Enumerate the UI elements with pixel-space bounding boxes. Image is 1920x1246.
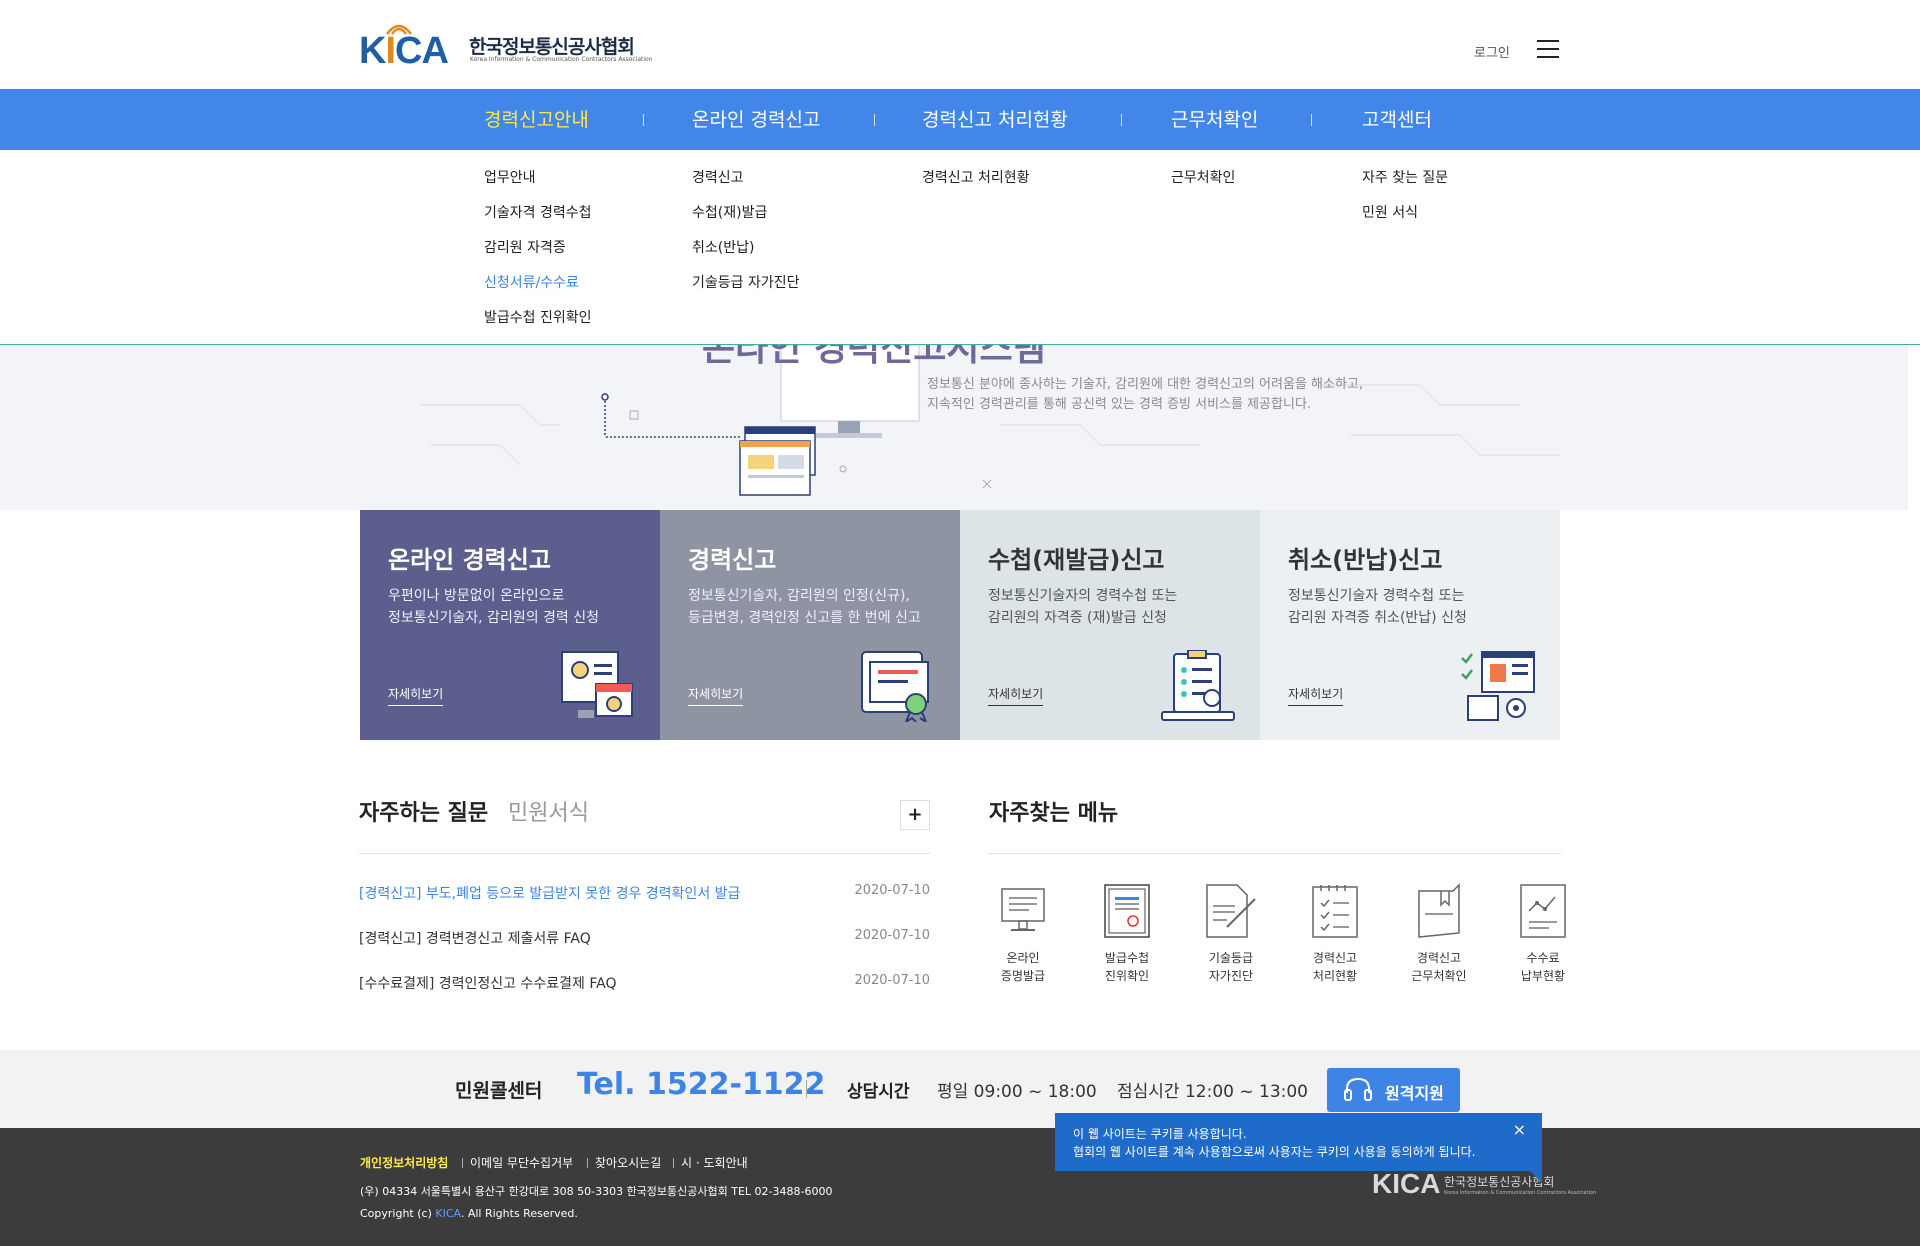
gnb-item-customer-center[interactable]: 고객센터 (1362, 105, 1432, 132)
gnb-item-career-guide[interactable]: 경력신고안내 (484, 105, 589, 132)
quick-menu-section: 자주찾는 메뉴 온라인 증명발급 발급수첩 진위확인 기술등급 자가진단 경력신… (989, 795, 1566, 983)
call-center-label: 민원콜센터 (455, 1080, 543, 1102)
quick-item-status[interactable]: 경력신고 처리현황 (1295, 883, 1375, 985)
divider (359, 853, 930, 854)
hero-banner: 온라인 경력신고시스템 정보통신 분야에 종사하는 기술자, 감리원에 대한 경… (0, 345, 1908, 510)
footer-separator (462, 1158, 463, 1168)
gnb-item-status[interactable]: 경력신고 처리현황 (922, 105, 1068, 132)
headset-icon (1344, 1077, 1372, 1101)
hours-label: 상담시간 (847, 1082, 910, 1102)
checklist-icon (1312, 885, 1358, 938)
submenu-item[interactable]: 자주 찾는 질문 (1362, 167, 1448, 187)
profile-calendar-icon (561, 651, 633, 718)
quick-item-workplace[interactable]: 경력신고 근무처확인 (1399, 883, 1479, 985)
footer-link-directions[interactable]: 찾아오시는길 (595, 1154, 661, 1171)
checklist-gear-icon (1461, 651, 1535, 721)
tab-faq[interactable]: 자주하는 질문 (359, 795, 488, 827)
submenu-item-active[interactable]: 신청서류/수수료 (484, 272, 579, 292)
mega-menu-dropdown: 업무안내 기술자격 경력수첩 감리원 자격증 신청서류/수수료 발급수첩 진위확… (0, 150, 1920, 345)
gnb-separator (1311, 114, 1312, 126)
call-center-tel[interactable]: Tel. 1522-1122 (577, 1067, 825, 1102)
quick-item-online-cert[interactable]: 온라인 증명발급 (983, 883, 1063, 985)
lunch-hours: 점심시간 12:00 ~ 13:00 (1117, 1082, 1308, 1102)
footer-link-branches[interactable]: 시 · 도회안내 (681, 1154, 748, 1171)
submenu-item[interactable]: 업무안내 (484, 167, 536, 187)
submenu-item[interactable]: 근무처확인 (1171, 167, 1235, 187)
faq-more-button[interactable]: + (900, 800, 930, 830)
card-more-link[interactable]: 자세히보기 (1288, 685, 1344, 706)
card-online-report[interactable]: 온라인 경력신고 우편이나 방문없이 온라인으로 정보통신기술자, 감리원의 경… (360, 510, 660, 740)
gnb-separator (1121, 114, 1122, 126)
divider (806, 1080, 807, 1098)
site-footer: 개인정보처리방침 이메일 무단수집거부 찾아오시는길 시 · 도회안내 (우) … (0, 1128, 1920, 1246)
quick-item-verify[interactable]: 발급수첩 진위확인 (1087, 883, 1167, 985)
cookie-tip (1530, 1171, 1542, 1183)
hero-description: 정보통신 분야에 종사하는 기술자, 감리원에 대한 경력신고의 어려움을 해소… (927, 377, 1364, 412)
cookie-notice: 이 웹 사이트는 쿠키를 사용합니다. 협회의 웹 사이트를 계속 사용함으로써… (1055, 1113, 1542, 1183)
card-career-report[interactable]: 경력신고 정보통신기술자, 감리원의 인정(신규), 등급변경, 경력인정 신고… (660, 510, 960, 740)
login-link[interactable]: 로그인 (1474, 42, 1510, 61)
submenu-item[interactable]: 취소(반납) (692, 237, 754, 257)
footer-separator (587, 1158, 588, 1168)
gnb-separator (643, 114, 644, 126)
divider (989, 853, 1561, 854)
submenu-item[interactable]: 수첩(재)발급 (692, 202, 767, 222)
submenu-item[interactable]: 민원 서식 (1362, 202, 1418, 222)
submenu-item[interactable]: 경력신고 (692, 167, 744, 187)
quick-menu-title: 자주찾는 메뉴 (989, 801, 1119, 826)
submenu-item[interactable]: 기술자격 경력수첩 (484, 202, 592, 222)
certificate-icon (1104, 884, 1150, 938)
hero-title: 온라인 경력신고시스템 (702, 345, 1046, 369)
submenu-item[interactable]: 발급수첩 진위확인 (484, 307, 592, 327)
clipboard-check-icon (1161, 650, 1235, 721)
footer-address: (우) 04334 서울특별시 용산구 한강대로 308 50-3303 한국정… (360, 1185, 833, 1198)
card-reissue-report[interactable]: 수첩(재발급)신고 정보통신기술자의 경력수첩 또는 감리원의 자격증 (재)발… (960, 510, 1260, 740)
close-icon[interactable]: × (1513, 1121, 1526, 1139)
certificate-ribbon-icon (861, 651, 929, 722)
card-more-link[interactable]: 자세히보기 (688, 685, 744, 706)
submenu-item[interactable]: 경력신고 처리현황 (922, 167, 1030, 187)
footer-link-email-refusal[interactable]: 이메일 무단수집거부 (470, 1154, 573, 1171)
submenu-item[interactable]: 기술등급 자가진단 (692, 272, 800, 292)
gnb-separator (874, 114, 875, 126)
gnb-item-online-report[interactable]: 온라인 경력신고 (692, 105, 820, 132)
card-more-link[interactable]: 자세히보기 (988, 685, 1044, 706)
kica-logo[interactable]: KICA 한국정보통신공사협회 Korea Information & Comm… (359, 16, 653, 72)
monitor-icon (1001, 888, 1045, 931)
menu-hamburger-icon[interactable] (1537, 40, 1559, 58)
chart-doc-icon (1520, 884, 1566, 938)
tab-civil-forms[interactable]: 민원서식 (508, 795, 589, 827)
logo-subtitle: Korea Information & Communication Contra… (470, 56, 653, 63)
submenu-item[interactable]: 감리원 자격증 (484, 237, 566, 257)
main-navigation: 경력신고안내 온라인 경력신고 경력신고 처리현황 근무처확인 고객센터 (0, 89, 1920, 150)
logo-text-ko: 한국정보통신공사협회 (469, 36, 635, 58)
call-center-bar: 민원콜센터 Tel. 1522-1122 상담시간 평일 09:00 ~ 18:… (0, 1050, 1920, 1128)
bookmark-doc-icon (1418, 883, 1460, 938)
quick-item-self-check[interactable]: 기술등급 자가진단 (1191, 883, 1271, 985)
document-pen-icon (1206, 884, 1256, 938)
card-more-link[interactable]: 자세히보기 (388, 685, 444, 706)
site-header: KICA 한국정보통신공사협회 Korea Information & Comm… (0, 0, 1920, 89)
service-cards: 온라인 경력신고 우편이나 방문없이 온라인으로 정보통신기술자, 감리원의 경… (360, 510, 1560, 740)
remote-support-button[interactable]: 원격지원 (1327, 1068, 1460, 1112)
footer-separator (673, 1158, 674, 1168)
footer-link-privacy[interactable]: 개인정보처리방침 (360, 1154, 448, 1171)
gnb-item-workplace[interactable]: 근무처확인 (1171, 105, 1258, 132)
hours-value: 평일 09:00 ~ 18:00 (937, 1082, 1097, 1102)
card-cancel-report[interactable]: 취소(반납)신고 정보통신기술자 경력수첩 또는 감리원 자격증 취소(반납) … (1260, 510, 1560, 740)
quick-item-fee-status[interactable]: 수수료 납부현황 (1503, 883, 1583, 985)
logo-text-en: KICA (359, 30, 449, 72)
footer-copyright: Copyright (c) KICA. All Rights Reserved. (360, 1207, 578, 1220)
